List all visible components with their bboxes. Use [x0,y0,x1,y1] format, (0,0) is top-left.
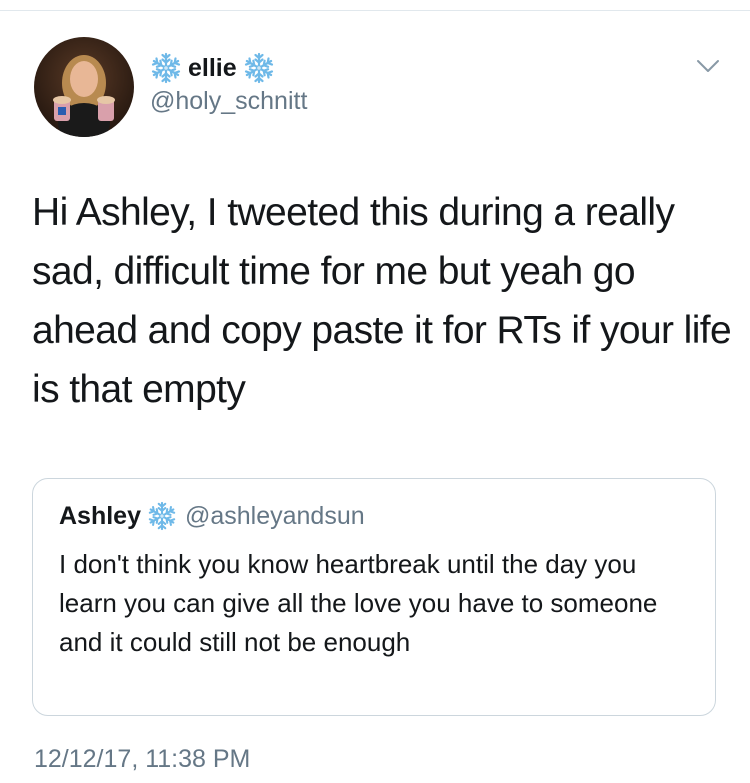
chevron-down-icon[interactable] [696,58,720,74]
author-name-row[interactable]: ellie [150,52,275,84]
quoted-user-handle: @ashleyandsun [184,501,365,530]
quoted-tweet-header: Ashley @ashleyandsun [59,499,365,533]
timestamp[interactable]: 12/12/17, 11:38 PM [34,744,250,774]
tweet-text: Hi Ashley, I tweeted this during a reall… [32,191,732,411]
quoted-display-name: Ashley [59,501,141,530]
snowflake-icon [147,501,177,531]
quoted-tweet-card[interactable]: Ashley @ashleyandsun I don't think you k… [32,478,716,716]
user-handle[interactable]: @holy_schnitt [150,86,307,116]
avatar[interactable] [34,37,134,137]
quoted-tweet-text: I don't think you know heartbreak until … [59,549,658,657]
top-divider [0,10,750,11]
display-name: ellie [188,54,237,82]
snowflake-icon [243,52,275,84]
snowflake-icon [150,52,182,84]
